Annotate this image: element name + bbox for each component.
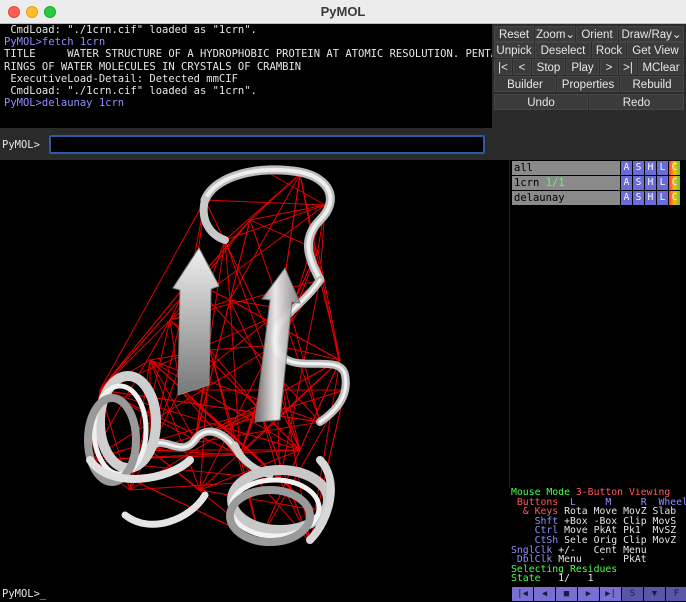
previous-frame-button[interactable]: <	[513, 59, 531, 75]
button-row: Undo Redo	[494, 94, 684, 110]
command-input[interactable]	[49, 135, 485, 154]
stop-icon[interactable]: ■	[556, 587, 577, 601]
console-line: PyMOL>fetch 1crn	[4, 36, 106, 49]
object-name[interactable]: 1crn 1/1	[512, 176, 620, 190]
object-name[interactable]: delaunay	[512, 191, 620, 205]
console-line: CmdLoad: "./1crn.cif" loaded as "1crn".	[4, 24, 257, 36]
action-button[interactable]: A	[621, 191, 632, 205]
object-list-panel: all A S H L C 1crn 1/1 A S H L C delauna…	[509, 160, 686, 488]
hide-button[interactable]: H	[645, 191, 656, 205]
console-line: TITLE WATER STRUCTURE OF A HYDROPHOBIC P…	[4, 48, 492, 61]
color-button[interactable]: C	[669, 176, 680, 190]
output-console: CmdLoad: "./1crn.cif" loaded as "1crn". …	[0, 24, 492, 128]
object-name-label: 1crn	[514, 177, 540, 189]
delaunay-edge	[149, 449, 241, 456]
stop-button[interactable]: Stop	[532, 59, 565, 75]
hide-button[interactable]: H	[645, 176, 656, 190]
delaunay-edge	[224, 239, 231, 301]
object-row-all[interactable]: all A S H L C	[512, 161, 686, 175]
rock-button[interactable]: Rock	[592, 42, 626, 58]
chevron-down-icon: ⌄	[671, 29, 682, 41]
get-view-button[interactable]: Get View	[627, 42, 684, 58]
console-line: CmdLoad: "./1crn.cif" loaded as "1crn".	[4, 85, 257, 98]
zoom-button[interactable]: Zoom⌄	[535, 26, 575, 42]
unpick-button[interactable]: Unpick	[494, 42, 534, 58]
step-forward-icon[interactable]: ▶|	[600, 587, 621, 601]
command-bar: PyMOL>	[0, 128, 492, 160]
bottom-prompt[interactable]: PyMOL>_	[2, 588, 46, 600]
orient-button[interactable]: Orient	[576, 26, 618, 42]
color-button[interactable]: C	[669, 161, 680, 175]
deselect-button[interactable]: Deselect	[535, 42, 591, 58]
action-button[interactable]: A	[621, 161, 632, 175]
properties-button[interactable]: Properties	[557, 76, 619, 92]
last-frame-button[interactable]: >|	[619, 59, 637, 75]
play-icon[interactable]: ▶	[578, 587, 599, 601]
movie-transport: |◀ ◀ ■ ▶ ▶| S ▼ F	[512, 587, 686, 601]
console-line: RINGS OF WATER MOLECULES IN CRYSTALS OF …	[4, 60, 302, 73]
object-state: 1/1	[545, 177, 565, 189]
next-frame-button[interactable]: >	[600, 59, 618, 75]
label-button[interactable]: L	[657, 176, 668, 190]
button-row: |< < Stop Play > >| MClear	[494, 59, 684, 75]
molecular-viewport[interactable]	[0, 160, 509, 586]
fullscreen-button[interactable]: F	[666, 587, 686, 601]
label-button[interactable]: L	[657, 161, 668, 175]
hide-button[interactable]: H	[645, 161, 656, 175]
zoom-label: Zoom	[536, 29, 566, 41]
rebuild-button[interactable]: Rebuild	[620, 76, 684, 92]
console-line: ExecutiveLoad-Detail: Detected mmCIF	[4, 72, 238, 85]
delaunay-edge	[99, 279, 191, 391]
first-frame-button[interactable]: |<	[494, 59, 512, 75]
mclear-button[interactable]: MClear	[638, 59, 684, 75]
object-row-delaunay[interactable]: delaunay A S H L C	[512, 191, 686, 205]
chevron-down-icon: ⌄	[565, 29, 575, 41]
state-indicator: State 1/ 1	[511, 573, 594, 585]
mouse-mode-panel[interactable]: Mouse Mode 3-Button Viewing Buttons L M …	[509, 488, 686, 586]
draw-ray-button[interactable]: Draw/Ray⌄	[619, 26, 684, 42]
undo-button[interactable]: Undo	[494, 94, 588, 110]
object-name-label: all	[514, 162, 533, 174]
reset-button[interactable]: Reset	[494, 26, 534, 42]
control-button-panel: Reset Zoom⌄ Orient Draw/Ray⌄ Unpick Dese…	[492, 24, 686, 160]
command-prompt-label: PyMOL>	[2, 139, 40, 151]
label-button[interactable]: L	[657, 191, 668, 205]
object-name-label: delaunay	[514, 192, 565, 204]
molecule-render	[84, 165, 350, 546]
object-row-1crn[interactable]: 1crn 1/1 A S H L C	[512, 176, 686, 190]
window-titlebar: PyMOL	[0, 0, 686, 24]
scene-button[interactable]: S	[622, 587, 643, 601]
action-button[interactable]: A	[621, 176, 632, 190]
helix-bottom	[121, 456, 335, 546]
object-name[interactable]: all	[512, 161, 620, 175]
step-back-icon[interactable]: ◀	[534, 587, 555, 601]
delaunay-edge	[317, 249, 341, 361]
button-row: Unpick Deselect Rock Get View	[494, 42, 684, 58]
rewind-icon[interactable]: |◀	[512, 587, 533, 601]
builder-button[interactable]: Builder	[494, 76, 556, 92]
button-row: Reset Zoom⌄ Orient Draw/Ray⌄	[494, 26, 684, 42]
scene-menu-icon[interactable]: ▼	[644, 587, 665, 601]
window-title: PyMOL	[320, 4, 366, 19]
redo-button[interactable]: Redo	[589, 94, 684, 110]
button-row: Builder Properties Rebuild	[494, 76, 684, 92]
show-button[interactable]: S	[633, 191, 644, 205]
console-line: PyMOL>delaunay 1crn	[4, 97, 125, 110]
delaunay-edge	[89, 449, 301, 461]
delaunay-edge	[249, 173, 301, 221]
draw-ray-label: Draw/Ray	[621, 29, 672, 41]
bottom-bar: PyMOL>_ |◀ ◀ ■ ▶ ▶| S ▼ F	[0, 586, 686, 602]
color-button[interactable]: C	[669, 191, 680, 205]
show-button[interactable]: S	[633, 176, 644, 190]
show-button[interactable]: S	[633, 161, 644, 175]
play-button[interactable]: Play	[566, 59, 599, 75]
